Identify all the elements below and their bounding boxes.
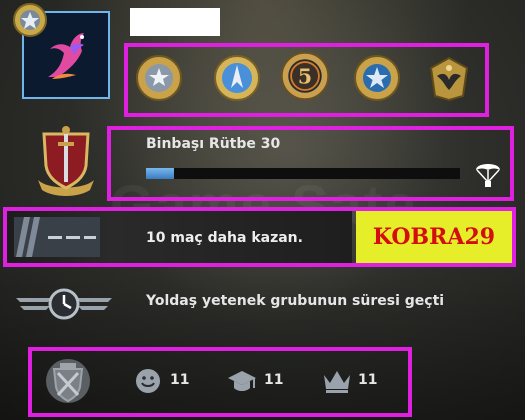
blue-arrow-coin-icon[interactable] <box>211 52 263 104</box>
teacher-count: 11 <box>264 372 284 388</box>
player-name-redacted <box>130 8 220 36</box>
clock-wings-icon <box>16 288 112 320</box>
five-service-coin-icon[interactable]: 5 <box>279 50 331 102</box>
friendly-count: 11 <box>170 372 190 388</box>
star-wreath-medal-icon[interactable] <box>133 52 185 104</box>
service-crest-icon <box>46 359 90 403</box>
svg-text:5: 5 <box>298 64 312 88</box>
xp-progress-bar <box>146 168 460 179</box>
gold-eagle-medal-icon[interactable] <box>423 52 475 104</box>
rank-label: Binbaşı Rütbe 30 <box>146 136 281 152</box>
blue-star-wreath-medal-icon[interactable] <box>351 52 403 104</box>
xp-progress-fill <box>146 168 175 179</box>
leader-count: 11 <box>358 372 378 388</box>
friendly-smiley-icon <box>136 369 160 393</box>
teacher-cap-icon <box>228 371 256 391</box>
parachute-icon[interactable] <box>474 158 502 188</box>
wins-highlight <box>3 207 516 267</box>
star-medal-icon <box>13 3 47 37</box>
skill-group-expired-label: Yoldaş yetenek grubunun süresi geçti <box>146 293 445 309</box>
shield-sword-emblem-icon <box>38 126 94 196</box>
leader-crown-icon <box>324 371 350 393</box>
